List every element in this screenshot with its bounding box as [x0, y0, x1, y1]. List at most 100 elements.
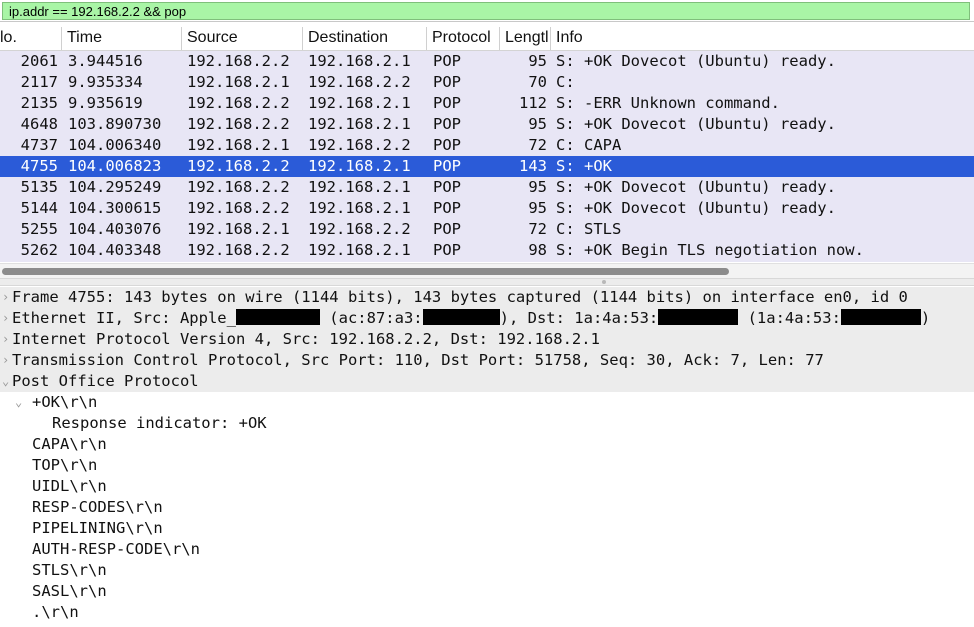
packet-row[interactable]: 5262 104.403348 192.168.2.2 192.168.2.1 …: [0, 240, 974, 261]
packet-protocol: POP: [433, 52, 461, 70]
packet-protocol: POP: [433, 73, 461, 91]
packet-time: 104.006340: [68, 136, 162, 154]
packet-source: 192.168.2.2: [187, 52, 290, 70]
detail-line[interactable]: RESP-CODES\r\n: [0, 497, 974, 518]
column-header-time[interactable]: Time: [61, 27, 181, 50]
packet-length: 72: [528, 136, 547, 154]
packet-no: 4737: [20, 136, 58, 154]
column-header-info[interactable]: Info: [550, 27, 974, 50]
chevron-right-icon[interactable]: ›: [2, 308, 12, 329]
packet-length: 72: [528, 220, 547, 238]
detail-frame[interactable]: › Frame 4755: 143 bytes on wire (1144 bi…: [0, 287, 974, 308]
packet-no: 4755: [20, 157, 58, 175]
packet-info: S: +OK Dovecot (Ubuntu) ready.: [556, 52, 836, 70]
packet-info: C: STLS: [556, 220, 622, 238]
packet-destination: 192.168.2.2: [308, 136, 411, 154]
detail-ok-line[interactable]: ⌄ +OK\r\n: [0, 392, 974, 413]
packet-row[interactable]: 4737 104.006340 192.168.2.1 192.168.2.2 …: [0, 135, 974, 156]
pane-splitter[interactable]: [0, 278, 974, 286]
detail-ok-text: +OK\r\n: [32, 393, 98, 411]
packet-source: 192.168.2.2: [187, 94, 290, 112]
scrollbar-thumb[interactable]: [2, 268, 729, 275]
packet-protocol: POP: [433, 136, 461, 154]
packet-info: S: +OK: [556, 157, 612, 175]
detail-frame-text: Frame 4755: 143 bytes on wire (1144 bits…: [12, 288, 908, 306]
detail-response-indicator[interactable]: Response indicator: +OK: [0, 413, 974, 434]
chevron-right-icon[interactable]: ›: [2, 329, 12, 350]
packet-length: 95: [528, 199, 547, 217]
column-header-no[interactable]: lo.: [0, 27, 61, 50]
redaction-box: [658, 309, 739, 325]
packet-protocol: POP: [433, 178, 461, 196]
detail-line-text: .\r\n: [32, 603, 79, 621]
packet-protocol: POP: [433, 241, 461, 259]
packet-no: 2117: [20, 73, 58, 91]
packet-row[interactable]: 2061 3.944516 192.168.2.2 192.168.2.1 PO…: [0, 51, 974, 72]
packet-list-horizontal-scrollbar[interactable]: [0, 263, 974, 278]
packet-info: C: CAPA: [556, 136, 622, 154]
chevron-right-icon[interactable]: ›: [2, 350, 12, 371]
packet-info: S: +OK Dovecot (Ubuntu) ready.: [556, 178, 836, 196]
chevron-right-icon[interactable]: ›: [2, 287, 12, 308]
detail-line[interactable]: TOP\r\n: [0, 455, 974, 476]
packet-time: 104.300615: [68, 199, 162, 217]
detail-line-text: PIPELINING\r\n: [32, 519, 163, 537]
detail-line[interactable]: .\r\n: [0, 602, 974, 623]
packet-destination: 192.168.2.2: [308, 73, 411, 91]
packet-no: 5262: [20, 241, 58, 259]
packet-source: 192.168.2.2: [187, 241, 290, 259]
chevron-down-icon[interactable]: ⌄: [15, 392, 25, 413]
packet-no: 5144: [20, 199, 58, 217]
packet-destination: 192.168.2.1: [308, 199, 411, 217]
packet-time: 103.890730: [68, 115, 162, 133]
detail-line[interactable]: AUTH-RESP-CODE\r\n: [0, 539, 974, 560]
packet-no: 2135: [20, 94, 58, 112]
column-header-destination[interactable]: Destination: [302, 27, 426, 50]
detail-line[interactable]: PIPELINING\r\n: [0, 518, 974, 539]
detail-line-text: UIDL\r\n: [32, 477, 107, 495]
detail-ip[interactable]: › Internet Protocol Version 4, Src: 192.…: [0, 329, 974, 350]
packet-info: S: -ERR Unknown command.: [556, 94, 780, 112]
packet-row[interactable]: 2117 9.935334 192.168.2.1 192.168.2.2 PO…: [0, 72, 974, 93]
packet-destination: 192.168.2.1: [308, 94, 411, 112]
detail-ip-text: Internet Protocol Version 4, Src: 192.16…: [12, 330, 600, 348]
packet-source: 192.168.2.2: [187, 115, 290, 133]
packet-destination: 192.168.2.2: [308, 220, 411, 238]
column-header-source[interactable]: Source: [181, 27, 302, 50]
packet-time: 104.403348: [68, 241, 162, 259]
packet-info: S: +OK Dovecot (Ubuntu) ready.: [556, 115, 836, 133]
packet-destination: 192.168.2.1: [308, 178, 411, 196]
detail-line[interactable]: STLS\r\n: [0, 560, 974, 581]
chevron-down-icon[interactable]: ⌄: [2, 371, 12, 392]
detail-pop[interactable]: ⌄ Post Office Protocol: [0, 371, 974, 392]
column-header-length[interactable]: Lengtl: [499, 27, 550, 50]
detail-line[interactable]: SASL\r\n: [0, 581, 974, 602]
packet-protocol: POP: [433, 94, 461, 112]
packet-row-selected[interactable]: 4755 104.006823 192.168.2.2 192.168.2.1 …: [0, 156, 974, 177]
detail-line-text: STLS\r\n: [32, 561, 107, 579]
packet-time: 9.935619: [68, 94, 143, 112]
packet-time: 3.944516: [68, 52, 143, 70]
detail-line-text: TOP\r\n: [32, 456, 98, 474]
display-filter-input[interactable]: [2, 2, 970, 20]
detail-line[interactable]: UIDL\r\n: [0, 476, 974, 497]
packet-row[interactable]: 5255 104.403076 192.168.2.1 192.168.2.2 …: [0, 219, 974, 240]
detail-line[interactable]: CAPA\r\n: [0, 434, 974, 455]
packet-destination: 192.168.2.1: [308, 241, 411, 259]
packet-source: 192.168.2.2: [187, 178, 290, 196]
redaction-box: [840, 309, 921, 325]
packet-destination: 192.168.2.1: [308, 52, 411, 70]
packet-details-pane: › Frame 4755: 143 bytes on wire (1144 bi…: [0, 287, 974, 627]
packet-source: 192.168.2.1: [187, 136, 290, 154]
packet-row[interactable]: 4648 103.890730 192.168.2.2 192.168.2.1 …: [0, 114, 974, 135]
redaction-box: [422, 309, 500, 325]
detail-ethernet[interactable]: › Ethernet II, Src: Apple_ (ac:87:a3:), …: [0, 308, 974, 329]
detail-tcp[interactable]: › Transmission Control Protocol, Src Por…: [0, 350, 974, 371]
packet-time: 104.295249: [68, 178, 162, 196]
packet-row[interactable]: 5144 104.300615 192.168.2.2 192.168.2.1 …: [0, 198, 974, 219]
packet-row[interactable]: 5135 104.295249 192.168.2.2 192.168.2.1 …: [0, 177, 974, 198]
column-header-protocol[interactable]: Protocol: [426, 27, 499, 50]
packet-length: 98: [528, 241, 547, 259]
packet-time: 104.006823: [68, 157, 162, 175]
packet-row[interactable]: 2135 9.935619 192.168.2.2 192.168.2.1 PO…: [0, 93, 974, 114]
